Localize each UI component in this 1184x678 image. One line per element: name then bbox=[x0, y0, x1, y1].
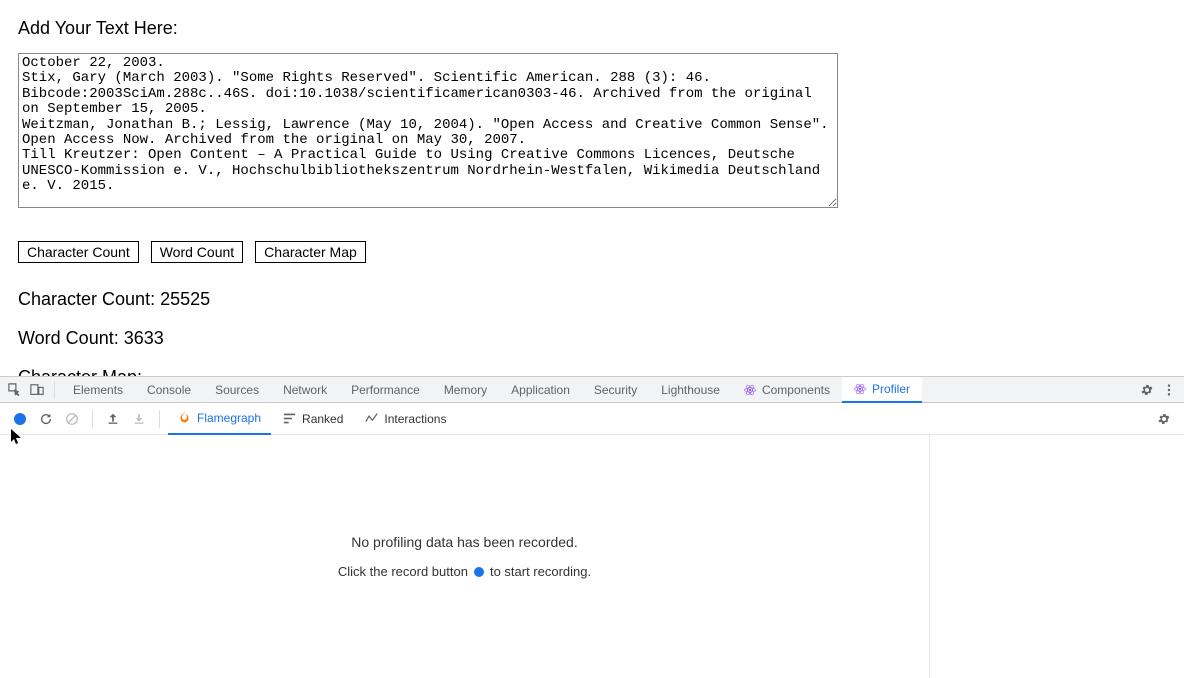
tab-security[interactable]: Security bbox=[582, 377, 649, 403]
save-profile-icon[interactable] bbox=[127, 407, 151, 431]
profiler-side-panel bbox=[929, 435, 1184, 678]
tab-network-label: Network bbox=[283, 383, 327, 397]
word-count-value: 3633 bbox=[124, 328, 164, 348]
flamegraph-label: Flamegraph bbox=[197, 411, 261, 425]
empty-state-line2a: Click the record button bbox=[338, 564, 468, 579]
word-count-button[interactable]: Word Count bbox=[151, 241, 243, 263]
tab-lighthouse-label: Lighthouse bbox=[661, 383, 720, 397]
separator bbox=[92, 410, 93, 428]
tab-memory[interactable]: Memory bbox=[432, 377, 499, 403]
interactions-label: Interactions bbox=[384, 412, 446, 426]
tab-sources[interactable]: Sources bbox=[203, 377, 271, 403]
tab-profiler[interactable]: Profiler bbox=[842, 377, 922, 403]
profiler-toolbar: Flamegraph Ranked Interactions bbox=[0, 403, 1184, 435]
profiler-tab-ranked[interactable]: Ranked bbox=[273, 403, 353, 435]
empty-state-line2b: to start recording. bbox=[490, 564, 591, 579]
tab-components-label: Components bbox=[762, 383, 830, 397]
tab-profiler-label: Profiler bbox=[872, 382, 910, 396]
interactions-icon bbox=[365, 412, 378, 425]
tab-lighthouse[interactable]: Lighthouse bbox=[649, 377, 732, 403]
profiler-tab-flamegraph[interactable]: Flamegraph bbox=[168, 403, 271, 435]
profiler-toolbar-right bbox=[1152, 407, 1176, 431]
devtools-right-controls bbox=[1136, 377, 1180, 403]
tab-components[interactable]: Components bbox=[732, 377, 842, 403]
record-dot-icon bbox=[474, 567, 484, 577]
tab-console-label: Console bbox=[147, 383, 191, 397]
character-count-label: Character Count: bbox=[18, 289, 160, 309]
devtools-panel: Elements Console Sources Network Perform… bbox=[0, 376, 1184, 678]
flame-icon bbox=[178, 411, 191, 424]
word-count-label: Word Count: bbox=[18, 328, 124, 348]
profiler-empty-state: No profiling data has been recorded. Cli… bbox=[0, 435, 929, 678]
reload-icon[interactable] bbox=[34, 407, 58, 431]
profiler-tab-interactions[interactable]: Interactions bbox=[355, 403, 456, 435]
tab-application[interactable]: Application bbox=[499, 377, 582, 403]
react-icon bbox=[854, 383, 866, 395]
character-count-value: 25525 bbox=[160, 289, 210, 309]
tab-console[interactable]: Console bbox=[135, 377, 203, 403]
character-map-button[interactable]: Character Map bbox=[255, 241, 366, 263]
inspect-element-icon[interactable] bbox=[4, 377, 26, 403]
profiler-body: No profiling data has been recorded. Cli… bbox=[0, 435, 1184, 678]
more-icon[interactable] bbox=[1158, 377, 1180, 403]
character-count-button[interactable]: Character Count bbox=[18, 241, 139, 263]
tab-security-label: Security bbox=[594, 383, 637, 397]
separator bbox=[159, 410, 160, 428]
tab-application-label: Application bbox=[511, 383, 570, 397]
text-input[interactable] bbox=[18, 53, 838, 208]
devtools-tab-strip: Elements Console Sources Network Perform… bbox=[0, 377, 1184, 403]
record-button[interactable] bbox=[8, 407, 32, 431]
clear-icon[interactable] bbox=[60, 407, 84, 431]
ranked-icon bbox=[283, 412, 296, 425]
load-profile-icon[interactable] bbox=[101, 407, 125, 431]
tab-performance-label: Performance bbox=[351, 383, 420, 397]
react-icon bbox=[744, 384, 756, 396]
character-count-output: Character Count: 25525 bbox=[18, 289, 1166, 310]
app-heading: Add Your Text Here: bbox=[18, 18, 1166, 39]
tab-elements[interactable]: Elements bbox=[61, 377, 135, 403]
tab-network[interactable]: Network bbox=[271, 377, 339, 403]
word-count-output: Word Count: 3633 bbox=[18, 328, 1166, 349]
button-row: Character Count Word Count Character Map bbox=[18, 241, 1166, 263]
separator bbox=[54, 381, 55, 399]
ranked-label: Ranked bbox=[302, 412, 343, 426]
empty-state-line2: Click the record button to start recordi… bbox=[338, 564, 591, 579]
profiler-settings-icon[interactable] bbox=[1152, 407, 1176, 431]
tab-sources-label: Sources bbox=[215, 383, 259, 397]
tab-elements-label: Elements bbox=[73, 383, 123, 397]
app-content: Add Your Text Here: Character Count Word… bbox=[0, 0, 1184, 388]
device-toolbar-icon[interactable] bbox=[26, 377, 48, 403]
settings-icon[interactable] bbox=[1136, 377, 1158, 403]
empty-state-line1: No profiling data has been recorded. bbox=[351, 534, 577, 550]
tab-performance[interactable]: Performance bbox=[339, 377, 432, 403]
tab-memory-label: Memory bbox=[444, 383, 487, 397]
